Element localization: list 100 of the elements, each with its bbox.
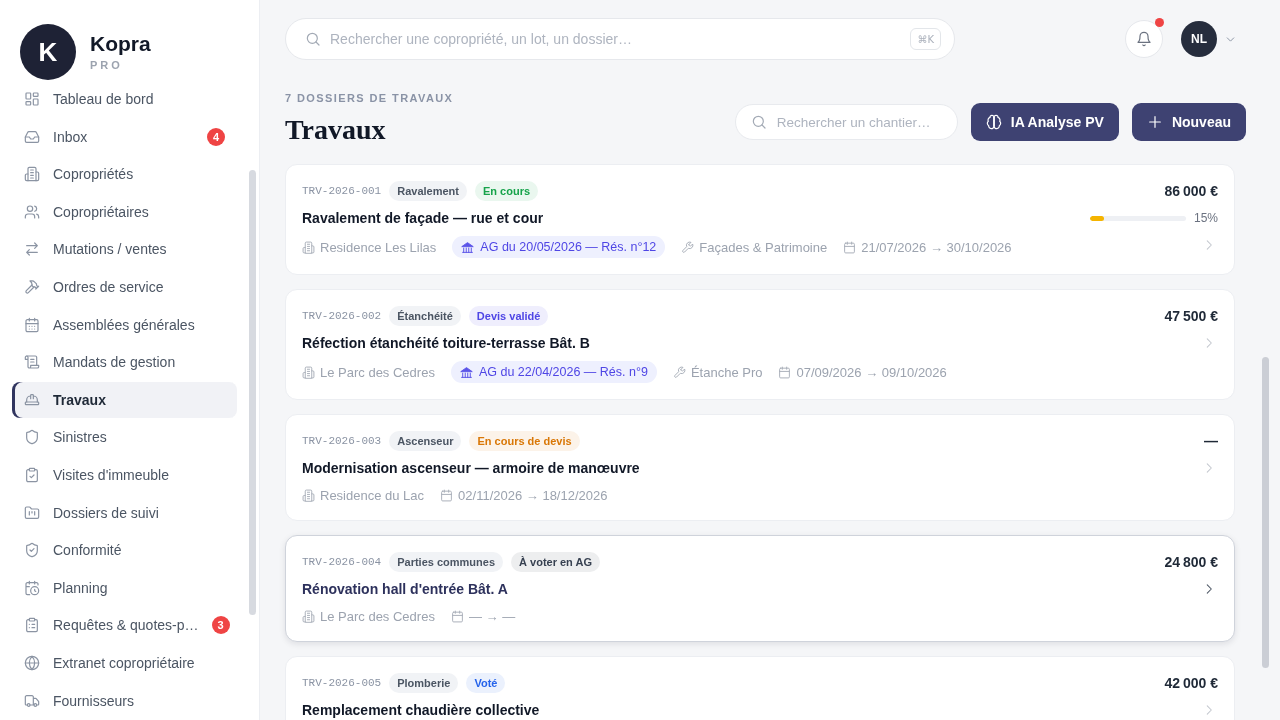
scroll-icon bbox=[24, 354, 40, 371]
building-icon bbox=[24, 166, 40, 183]
category-tag: Plomberie bbox=[389, 673, 459, 693]
building-icon bbox=[302, 488, 315, 502]
project-title: Réfection étanchéité toiture-terrasse Bât. B bbox=[302, 334, 590, 353]
project-search-field[interactable]: Rechercher un chantier… bbox=[734, 104, 958, 140]
status-tag: À voter en AG bbox=[511, 552, 600, 572]
bell-icon bbox=[1136, 31, 1152, 47]
nav-item[interactable]: Extranet copropriétaire bbox=[12, 644, 237, 681]
ag-resolution-link[interactable]: AG du 20/05/2026 — Rés. n°12 bbox=[452, 236, 666, 258]
clipboard-list-icon bbox=[24, 617, 40, 634]
wrench-icon bbox=[672, 365, 686, 379]
bank-icon bbox=[461, 240, 475, 254]
nav-item[interactable]: Mutations / ventes bbox=[12, 231, 237, 268]
calendar-icon bbox=[440, 488, 454, 502]
nav-item[interactable]: Assemblées générales bbox=[12, 306, 237, 343]
nav-item[interactable]: Copropriétaires bbox=[12, 193, 237, 230]
notifications-button[interactable] bbox=[1125, 20, 1163, 58]
status-tag: En cours bbox=[475, 181, 539, 201]
date-range: 07/09/2026 → 09/10/2026 bbox=[796, 364, 947, 380]
nav-item[interactable]: Visites d'immeuble bbox=[12, 456, 237, 493]
nav-item[interactable]: Tableau de bord bbox=[12, 81, 237, 117]
nav-item[interactable]: Planning bbox=[12, 569, 237, 606]
nav-item[interactable]: Inbox 4 bbox=[12, 118, 237, 155]
status-tag: Voté bbox=[466, 673, 506, 693]
category-tag: Parties communes bbox=[389, 552, 504, 572]
brand-name: Kopra bbox=[90, 32, 151, 56]
results-count: 7 DOSSIERS DE TRAVAUX bbox=[285, 92, 454, 105]
nav-item[interactable]: Fournisseurs bbox=[12, 682, 237, 719]
project-amount: 42 000 € bbox=[1164, 674, 1218, 693]
bank-icon bbox=[459, 365, 473, 379]
residence-name: Residence du Lac bbox=[320, 487, 425, 503]
scrollbar-thumb[interactable] bbox=[249, 170, 256, 615]
dashboard-icon bbox=[24, 91, 40, 107]
nav-item[interactable]: Mandats de gestion bbox=[12, 344, 237, 381]
project-card[interactable]: TRV-2026-005 Plomberie Voté Remplacement chaudière collective 42 000 € bbox=[285, 656, 1235, 720]
progress-reading: 15% bbox=[1193, 211, 1218, 225]
calendar-icon bbox=[843, 240, 857, 254]
shield-icon bbox=[24, 429, 40, 446]
provider-name: Façades & Patrimoine bbox=[699, 239, 828, 255]
plus-icon bbox=[1146, 114, 1163, 130]
date-range: 02/11/2026 → 18/12/2026 bbox=[458, 487, 608, 503]
project-amount: 86 000 € bbox=[1164, 182, 1218, 201]
calendar-clock-icon bbox=[24, 579, 40, 596]
residence-name: Residence Les Lilas bbox=[320, 239, 437, 255]
calendar-icon bbox=[24, 316, 40, 333]
project-code: TRV-2026-001 bbox=[302, 185, 382, 197]
project-card[interactable]: TRV-2026-003 Ascenseur En cours de devis Modernisation ascenseur — armoire de manœuvre Residence du Lac 02/11/2026 → 18/12/2026 — bbox=[285, 414, 1235, 521]
project-title: Modernisation ascenseur — armoire de manœuvre bbox=[302, 459, 640, 478]
nav-item[interactable]: Copropriétés bbox=[12, 156, 237, 193]
date-range: 21/07/2026 → 30/10/2026 bbox=[861, 239, 1012, 255]
status-tag: En cours de devis bbox=[469, 431, 580, 451]
nav-item[interactable]: Ordres de service bbox=[12, 268, 237, 305]
globe-icon bbox=[24, 654, 40, 671]
project-title: Rénovation hall d'entrée Bât. A bbox=[302, 580, 508, 599]
nav-item[interactable]: Travaux bbox=[12, 381, 237, 418]
provider-name: Étanche Pro bbox=[690, 364, 763, 380]
brand-subtitle: PRO bbox=[90, 58, 124, 72]
category-tag: Ravalement bbox=[389, 181, 467, 201]
shortcut-hint: ⌘K bbox=[910, 28, 941, 50]
project-amount: — bbox=[1204, 432, 1218, 451]
calendar-icon bbox=[450, 609, 464, 623]
scrollbar-thumb[interactable] bbox=[1262, 357, 1269, 668]
project-card[interactable]: TRV-2026-004 Parties communes À voter en AG Rénovation hall d'entrée Bât. A Le Parc des Cedres — → — 24 800 € bbox=[285, 535, 1235, 642]
status-tag: Devis validé bbox=[468, 306, 549, 326]
user-avatar[interactable]: NL bbox=[1181, 21, 1217, 57]
page-title: Travaux bbox=[285, 113, 387, 147]
count-badge: 4 bbox=[207, 127, 225, 146]
new-button[interactable]: Nouveau bbox=[1131, 103, 1246, 141]
users-icon bbox=[24, 203, 40, 220]
project-card[interactable]: TRV-2026-001 Ravalement En cours Ravalement de façade — rue et cour Residence Les Lilas AG du 20/05/2026 — Rés. n°12 Façades & Patrimoine 21/07/2026 → 30/10/2026 86 000 € 15% bbox=[285, 164, 1235, 275]
date-range: — → — bbox=[468, 608, 516, 624]
count-badge: 3 bbox=[211, 616, 230, 635]
category-tag: Étanchéité bbox=[389, 306, 461, 326]
nav-item[interactable]: Dossiers de suivi bbox=[12, 494, 237, 531]
brain-icon bbox=[985, 114, 1002, 130]
nav-item[interactable]: Requêtes & quotes-p… 3 bbox=[12, 607, 237, 644]
project-title: Remplacement chaudière collective bbox=[302, 701, 540, 720]
project-title: Ravalement de façade — rue et cour bbox=[302, 209, 544, 228]
nav-item[interactable]: Sinistres bbox=[12, 419, 237, 456]
nav-item[interactable]: Conformité bbox=[12, 532, 237, 569]
folder-icon bbox=[24, 504, 40, 521]
building-icon bbox=[302, 240, 315, 254]
project-code: TRV-2026-003 bbox=[302, 435, 382, 447]
ag-resolution-link[interactable]: AG du 22/04/2026 — Rés. n°9 bbox=[450, 361, 657, 383]
project-code: TRV-2026-002 bbox=[302, 310, 382, 322]
project-card[interactable]: TRV-2026-002 Étanchéité Devis validé Réfection étanchéité toiture-terrasse Bât. B Le Parc des Cedres AG du 22/04/2026 — Rés. n°9 Étanche Pro 07/09/2026 → 09/10/2026 47 500 € bbox=[285, 289, 1235, 400]
wrench-icon bbox=[681, 240, 695, 254]
shield-check-icon bbox=[24, 542, 40, 559]
calendar-icon bbox=[778, 365, 792, 379]
category-tag: Ascenseur bbox=[389, 431, 462, 451]
project-code: TRV-2026-005 bbox=[302, 677, 382, 689]
ai-analysis-button[interactable]: IA Analyse PV bbox=[970, 103, 1119, 141]
project-amount: 47 500 € bbox=[1164, 307, 1218, 326]
swap-arrows-icon bbox=[24, 241, 40, 258]
inbox-icon bbox=[24, 128, 40, 145]
building-icon bbox=[302, 365, 315, 379]
search-icon bbox=[750, 114, 767, 130]
residence-name: Le Parc des Cedres bbox=[320, 608, 435, 624]
project-code: TRV-2026-004 bbox=[302, 556, 382, 568]
